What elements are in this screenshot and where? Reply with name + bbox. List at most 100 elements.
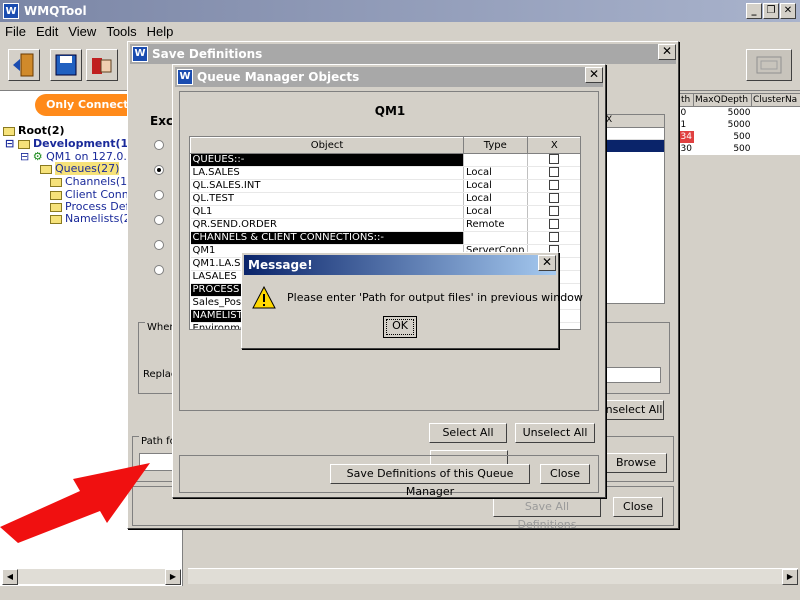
tree-channels[interactable]: Channels(12)	[50, 175, 138, 188]
grid-row[interactable]: 1 5000	[680, 119, 800, 131]
radio-option-selected[interactable]	[154, 165, 164, 175]
unselect-all-button[interactable]: Unselect All	[515, 423, 595, 443]
tree-root[interactable]: Root(2)	[3, 124, 65, 137]
grid-cell: 34	[679, 131, 694, 143]
column-header-object[interactable]: Object	[190, 137, 464, 154]
grid-header-depth[interactable]: th	[679, 93, 694, 107]
list-item[interactable]	[604, 128, 664, 140]
connect-button[interactable]	[86, 49, 118, 81]
close-dialog-button[interactable]: ✕	[585, 67, 603, 83]
minimize-button[interactable]: _	[746, 3, 762, 19]
grid-cell: 5000	[727, 120, 751, 130]
select-all-button[interactable]: Select All	[429, 423, 507, 443]
menu-tools[interactable]: Tools	[101, 22, 141, 39]
column-header-x[interactable]: X	[526, 137, 580, 154]
object-select-cell	[527, 192, 580, 206]
object-checkbox[interactable]	[549, 219, 560, 229]
scroll-right-icon[interactable]: ▶	[782, 569, 798, 585]
unselect-all-button[interactable]: Unselect All	[596, 400, 664, 420]
exit-button[interactable]	[8, 49, 40, 81]
app-title: WMQTool	[24, 4, 87, 18]
screen-icon	[756, 56, 782, 74]
tree-queues[interactable]: Queues(27)	[40, 162, 120, 175]
object-row[interactable]: QL.SALES.INT Local	[190, 179, 580, 193]
object-name-cell: QL.TEST	[190, 192, 464, 206]
menu-help[interactable]: Help	[142, 22, 179, 39]
column-header-type[interactable]: Type	[463, 137, 528, 154]
close-dialog-button[interactable]: ✕	[658, 44, 676, 60]
close-button[interactable]: Close	[613, 497, 663, 517]
object-checkbox[interactable]	[549, 154, 560, 164]
radio-option[interactable]	[154, 240, 164, 250]
close-button[interactable]: Close	[540, 464, 590, 484]
queue-grid: th MaxQDepth ClusterNa 0 5000 1 5000 34 500…	[678, 93, 800, 155]
menu-view[interactable]: View	[63, 22, 101, 39]
grid-row[interactable]: 30 500	[680, 143, 800, 155]
folder-icon	[50, 177, 62, 187]
tree-horizontal-scrollbar[interactable]: ◀ ▶	[2, 568, 181, 585]
content-horizontal-scrollbar[interactable]: ▶	[188, 568, 798, 585]
folder-icon	[50, 202, 62, 212]
app-icon: W	[3, 3, 19, 19]
object-row[interactable]: QR.SEND.ORDER Remote	[190, 218, 580, 232]
object-select-cell	[527, 205, 580, 219]
save-definitions-titlebar: W Save Definitions	[130, 44, 676, 64]
save-all-definitions-button[interactable]: Save All Definitions	[493, 497, 601, 531]
replace-field[interactable]	[603, 367, 661, 383]
exit-door-icon	[13, 53, 34, 77]
message-titlebar: Message!	[244, 255, 556, 275]
dialog-title: Queue Manager Objects	[197, 70, 360, 84]
grid-cell: 5000	[727, 108, 751, 118]
grid-cell	[752, 119, 800, 131]
grid-cell	[752, 143, 800, 155]
list-item-selected[interactable]	[604, 140, 664, 152]
menu-file[interactable]: File	[0, 22, 31, 39]
selection-list[interactable]: X	[603, 114, 665, 304]
app-icon: W	[177, 69, 193, 85]
grid-header-clustername[interactable]: ClusterNa	[751, 93, 800, 107]
floppy-disk-icon	[55, 54, 77, 76]
browse-button[interactable]: Browse	[605, 453, 667, 473]
grid-row[interactable]: 0 5000	[680, 107, 800, 120]
ok-button[interactable]: OK	[383, 316, 417, 338]
radio-option[interactable]	[154, 265, 164, 275]
tree-label: Development(1)	[33, 137, 134, 150]
object-row[interactable]: QUEUES::-	[190, 153, 580, 167]
display-button[interactable]	[746, 49, 792, 81]
object-type-cell	[463, 231, 528, 245]
radio-option[interactable]	[154, 140, 164, 150]
object-row[interactable]: LA.SALES Local	[190, 166, 580, 180]
menu-edit[interactable]: Edit	[31, 22, 63, 39]
restore-button[interactable]: ❐	[763, 3, 779, 19]
save-button[interactable]	[50, 49, 82, 81]
close-dialog-button[interactable]: ✕	[538, 255, 556, 271]
object-name-cell: QUEUES::-	[190, 153, 464, 167]
message-text: Please enter 'Path for output files' in …	[287, 291, 583, 304]
grid-header-maxqdepth[interactable]: MaxQDepth	[693, 93, 752, 107]
object-row[interactable]: CHANNELS & CLIENT CONNECTIONS::-	[190, 231, 580, 245]
tree-namelists[interactable]: Namelists(2)	[50, 212, 135, 225]
object-checkbox[interactable]	[549, 206, 560, 216]
grid-cell: 0	[680, 108, 687, 118]
save-definitions-qm-button[interactable]: Save Definitions of this Queue Manager	[330, 464, 530, 498]
object-row[interactable]: QL.TEST Local	[190, 192, 580, 206]
queue-manager-heading: QM1	[374, 104, 406, 118]
close-window-button[interactable]: ✕	[780, 3, 796, 19]
folder-icon	[50, 190, 62, 200]
grid-cell: 500	[733, 132, 751, 142]
object-checkbox[interactable]	[549, 232, 560, 242]
object-checkbox[interactable]	[549, 167, 560, 177]
tree-development[interactable]: ⊟ Development(1)	[5, 137, 133, 150]
radio-option[interactable]	[154, 215, 164, 225]
object-row[interactable]: QL1 Local	[190, 205, 580, 219]
grid-cell: 500	[733, 144, 751, 154]
folder-icon	[18, 139, 31, 149]
scroll-left-icon[interactable]: ◀	[2, 569, 18, 585]
tree-label: Root(2)	[18, 124, 65, 137]
object-checkbox[interactable]	[549, 180, 560, 190]
hand-pointer-icon	[92, 58, 112, 74]
object-checkbox[interactable]	[549, 193, 560, 203]
radio-option[interactable]	[154, 190, 164, 200]
scroll-right-icon[interactable]: ▶	[165, 569, 181, 585]
grid-row[interactable]: 34 500	[679, 131, 800, 143]
